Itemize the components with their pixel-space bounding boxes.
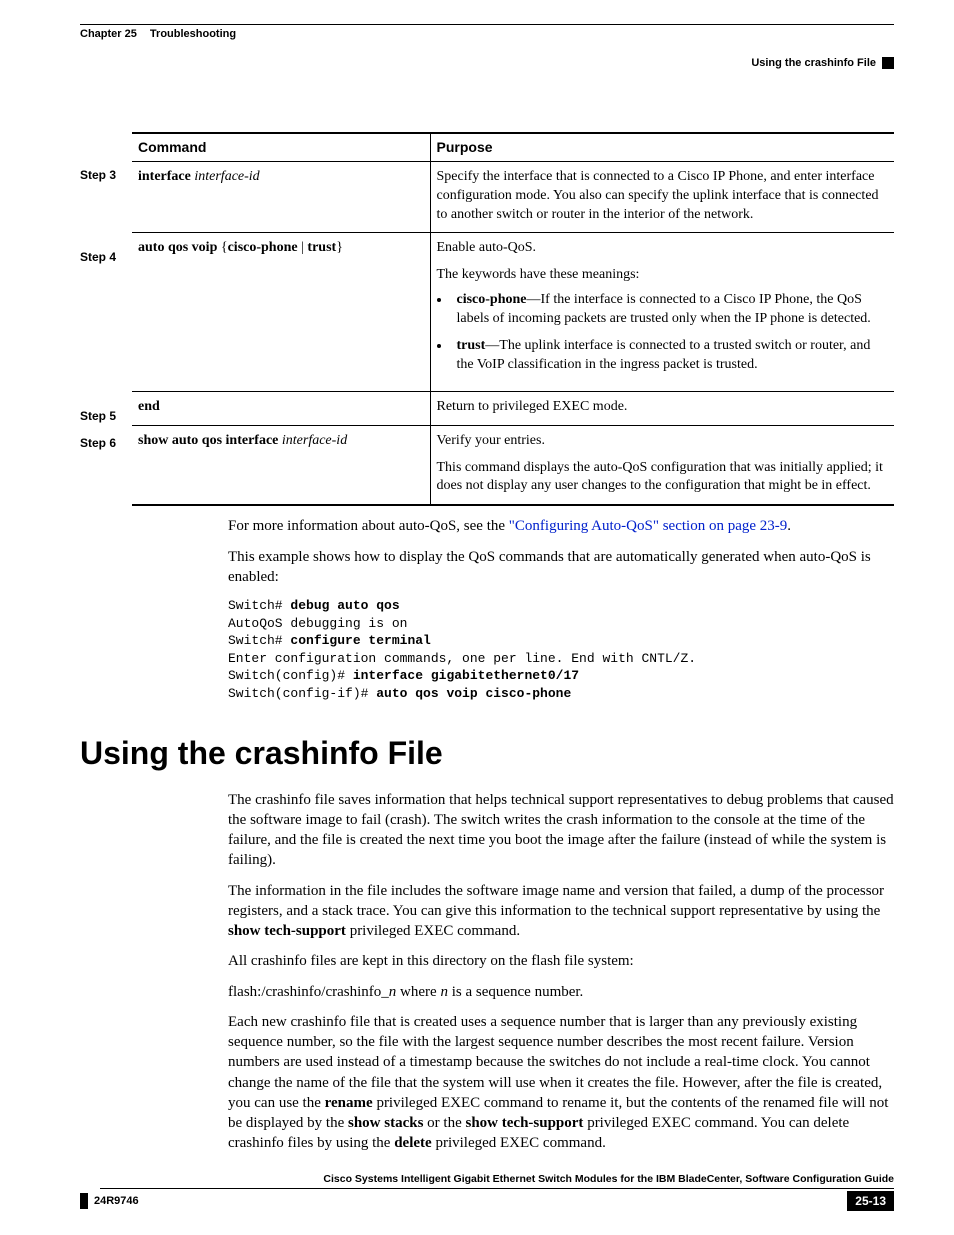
paragraph: For more information about auto-QoS, see… — [228, 516, 894, 536]
footer-title: Cisco Systems Intelligent Gigabit Ethern… — [100, 1172, 894, 1189]
section-body: The crashinfo file saves information tha… — [228, 790, 894, 1154]
purpose-cell: Specify the interface that is connected … — [430, 161, 894, 233]
auto-qos-link[interactable]: "Configuring Auto-QoS" section on page 2… — [509, 518, 787, 534]
body-text: For more information about auto-QoS, see… — [228, 516, 894, 702]
footer: Cisco Systems Intelligent Gigabit Ethern… — [80, 1172, 894, 1211]
paragraph: All crashinfo files are kept in this dir… — [228, 951, 894, 971]
paragraph: The information in the file includes the… — [228, 881, 894, 942]
table-row: interface interface-id Specify the inter… — [132, 161, 894, 233]
command-table: Command Purpose interface interface-id S… — [132, 132, 894, 506]
footer-page: 25-13 — [847, 1191, 894, 1211]
th-command: Command — [132, 133, 430, 161]
footer-docnum: 24R9746 — [80, 1193, 139, 1209]
table-row: end Return to privileged EXEC mode. — [132, 391, 894, 425]
header-right-title: Using the crashinfo File — [751, 56, 876, 71]
section-title: Using the crashinfo File — [80, 732, 894, 775]
command-table-wrap: Step 3 Step 4 Step 5 Step 6 Command Purp… — [80, 132, 894, 506]
paragraph: This example shows how to display the Qo… — [228, 547, 894, 588]
table-row: show auto qos interface interface-id Ver… — [132, 425, 894, 505]
list-item: trust—The uplink interface is connected … — [451, 337, 889, 375]
cmd-cell: end — [132, 391, 430, 425]
paragraph: The crashinfo file saves information tha… — [228, 790, 894, 871]
header-right: Using the crashinfo File — [751, 56, 894, 71]
chapter-label: Chapter 25 — [80, 28, 137, 40]
th-purpose: Purpose — [430, 133, 894, 161]
purpose-cell: Enable auto-QoS. The keywords have these… — [430, 233, 894, 391]
cmd-cell: interface interface-id — [132, 161, 430, 233]
paragraph: flash:/crashinfo/crashinfo_n where n is … — [228, 982, 894, 1002]
chapter-title: Troubleshooting — [150, 28, 236, 40]
header-marker-icon — [882, 57, 894, 69]
table-row: auto qos voip {cisco-phone | trust} Enab… — [132, 233, 894, 391]
list-item: cisco-phone—If the interface is connecte… — [451, 291, 889, 329]
step-label: Step 5 — [80, 402, 132, 429]
purpose-cell: Verify your entries. This command displa… — [430, 425, 894, 505]
purpose-cell: Return to privileged EXEC mode. — [430, 391, 894, 425]
cmd-cell: auto qos voip {cisco-phone | trust} — [132, 233, 430, 391]
paragraph: Each new crashinfo file that is created … — [228, 1012, 894, 1154]
step-label: Step 6 — [80, 429, 132, 451]
cmd-cell: show auto qos interface interface-id — [132, 425, 430, 505]
step-label: Step 4 — [80, 243, 132, 402]
header-left: Chapter 25 Troubleshooting — [80, 24, 894, 42]
code-block: Switch# debug auto qos AutoQoS debugging… — [228, 597, 894, 702]
step-label: Step 3 — [80, 161, 132, 243]
